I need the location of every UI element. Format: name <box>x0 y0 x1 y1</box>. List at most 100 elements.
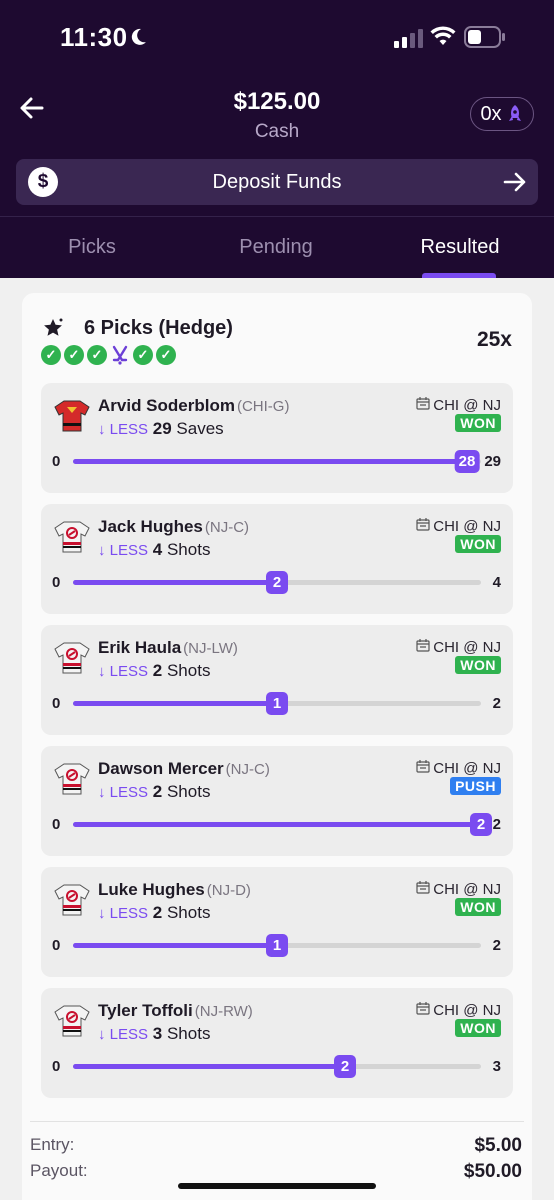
deposit-funds-button[interactable]: $ Deposit Funds <box>16 159 538 205</box>
stat-name: Saves <box>176 419 224 438</box>
player-name-text: Arvid Soderblom <box>98 396 235 415</box>
progress-max: 2 <box>492 695 501 712</box>
result-badge: PUSH <box>450 777 501 795</box>
game-info: CHI @ NJ <box>416 880 501 898</box>
progress-max: 2 <box>492 937 501 954</box>
jersey-icon <box>53 397 91 435</box>
progress-min: 0 <box>52 453 61 470</box>
progress-min: 0 <box>52 937 61 954</box>
progress-min: 0 <box>52 1058 61 1075</box>
pick-line: ↓ LESS 29 Saves <box>98 419 224 439</box>
progress-fill <box>73 822 481 827</box>
calendar-icon <box>416 517 430 535</box>
hockey-sticks-icon <box>112 345 128 365</box>
actual-value-marker: 2 <box>470 813 492 836</box>
stat-name: Shots <box>166 1024 211 1043</box>
balance-label: Cash <box>254 121 300 142</box>
progress-min: 0 <box>52 816 61 833</box>
progress-track: 1 <box>73 934 481 957</box>
rocket-icon <box>508 105 521 121</box>
pick-line: ↓ LESS 2 Shots <box>98 782 210 802</box>
player-team: (CHI-G) <box>236 398 290 415</box>
player-team: (NJ-C) <box>204 519 250 536</box>
direction-label: LESS <box>109 784 149 801</box>
footer-divider <box>30 1121 524 1122</box>
game-label: CHI @ NJ <box>433 396 501 414</box>
pick-line: ↓ LESS 4 Shots <box>98 540 210 560</box>
stat-name: Shots <box>166 903 211 922</box>
player-name: Erik Haula (NJ-LW) <box>98 638 238 658</box>
pick-line: ↓ LESS 2 Shots <box>98 661 210 681</box>
game-info: CHI @ NJ <box>416 638 501 656</box>
check-icon: ✓ <box>133 345 153 365</box>
tab-pending[interactable]: Pending <box>184 236 368 259</box>
player-team: (NJ-RW) <box>194 1003 253 1020</box>
game-label: CHI @ NJ <box>433 880 501 898</box>
home-indicator[interactable] <box>178 1183 376 1189</box>
actual-value-marker: 28 <box>454 450 480 473</box>
line-value: 2 <box>152 661 163 680</box>
jersey-icon <box>53 518 91 556</box>
result-badge: WON <box>455 656 501 674</box>
progress-max: 4 <box>492 574 501 591</box>
wifi-icon <box>430 26 456 45</box>
player-team: (NJ-LW) <box>183 640 238 657</box>
line-value: 29 <box>152 419 172 438</box>
star-burst-icon <box>44 318 63 336</box>
pick-card[interactable]: Dawson Mercer (NJ-C) ↓ LESS 2 Shots CHI @… <box>41 746 513 856</box>
tab-resulted[interactable]: Resulted <box>368 236 552 259</box>
tab-picks[interactable]: Picks <box>0 236 184 259</box>
calendar-icon <box>416 1001 430 1019</box>
calendar-icon <box>416 396 430 414</box>
result-badge: WON <box>455 1019 501 1037</box>
status-time: 11:30 <box>60 22 128 52</box>
player-name: Jack Hughes (NJ-C) <box>98 517 249 537</box>
progress-fill <box>73 580 277 585</box>
player-name-text: Jack Hughes <box>98 517 203 536</box>
direction-label: LESS <box>109 905 149 922</box>
direction-label: LESS <box>109 542 149 559</box>
multiplier-pill[interactable]: 0x <box>470 97 534 131</box>
player-team: (NJ-C) <box>225 761 270 778</box>
entry-card[interactable]: 6 Picks (Hedge) 25x ✓ ✓ ✓ ✓ ✓ Arvid Sode… <box>22 293 532 1200</box>
pick-card[interactable]: Luke Hughes (NJ-D) ↓ LESS 2 Shots CHI @ N… <box>41 867 513 977</box>
line-value: 2 <box>152 903 163 922</box>
result-badge: WON <box>455 898 501 916</box>
multiplier-pill-label: 0x <box>480 102 502 125</box>
progress-track: 28 <box>73 450 481 473</box>
calendar-icon <box>416 638 430 656</box>
pick-card[interactable]: Tyler Toffoli (NJ-RW) ↓ LESS 3 Shots CHI … <box>41 988 513 1098</box>
less-indicator: ↓ LESS <box>98 421 149 438</box>
actual-value-marker: 2 <box>266 571 288 594</box>
direction-label: LESS <box>109 1026 149 1043</box>
pick-card[interactable]: Erik Haula (NJ-LW) ↓ LESS 2 Shots CHI @ N… <box>41 625 513 735</box>
progress-max: 2 <box>492 816 501 833</box>
jersey-icon <box>53 760 91 798</box>
actual-value-marker: 1 <box>266 692 288 715</box>
progress-max: 29 <box>484 453 501 470</box>
game-label: CHI @ NJ <box>433 638 501 656</box>
pick-line: ↓ LESS 3 Shots <box>98 1024 210 1044</box>
less-indicator: ↓ LESS <box>98 784 149 801</box>
progress-fill <box>73 943 277 948</box>
game-info: CHI @ NJ <box>416 1001 501 1019</box>
player-name-text: Luke Hughes <box>98 880 205 899</box>
less-indicator: ↓ LESS <box>98 542 149 559</box>
stat-name: Shots <box>166 661 211 680</box>
jersey-icon <box>53 1002 91 1040</box>
pick-card[interactable]: Jack Hughes (NJ-C) ↓ LESS 4 Shots CHI @ N… <box>41 504 513 614</box>
player-name: Dawson Mercer (NJ-C) <box>98 759 270 779</box>
pick-card[interactable]: Arvid Soderblom (CHI-G) ↓ LESS 29 Saves C… <box>41 383 513 493</box>
actual-value-marker: 1 <box>266 934 288 957</box>
line-value: 2 <box>152 782 163 801</box>
entry-label: Entry: <box>30 1135 75 1154</box>
progress-min: 0 <box>52 695 61 712</box>
player-name: Luke Hughes (NJ-D) <box>98 880 251 900</box>
progress-min: 0 <box>52 574 61 591</box>
jersey-icon <box>53 881 91 919</box>
progress-fill <box>73 459 467 464</box>
signal-icon <box>394 29 423 48</box>
entry-value: $5.00 <box>474 1135 522 1156</box>
player-name: Arvid Soderblom (CHI-G) <box>98 396 289 416</box>
payout-label: Payout: <box>30 1161 88 1180</box>
